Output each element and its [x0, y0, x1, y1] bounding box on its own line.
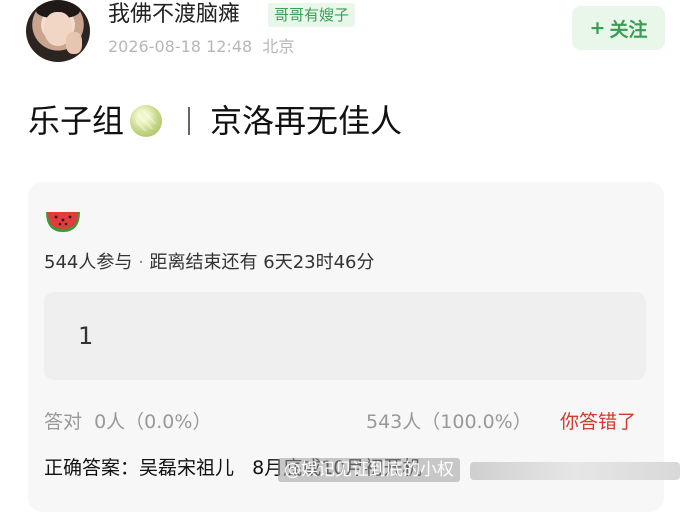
countdown: 距离结束还有 6天23时46分: [149, 252, 375, 273]
wrong-stat: 543人（100.0%）: [366, 411, 532, 433]
participants-count: 544人参与: [44, 252, 133, 273]
avatar-hand: [66, 32, 82, 54]
watermark: @娱记见证到底的小权: [278, 458, 460, 482]
correct-stat: 答对 0人（0.0%）: [44, 411, 212, 433]
post-title: 乐子组 京洛再无佳人: [28, 98, 402, 144]
title-right: 京洛再无佳人: [210, 102, 403, 140]
username[interactable]: 我佛不渡脑瘫: [108, 0, 240, 30]
stats-separator: ·: [132, 252, 150, 273]
quiz-option[interactable]: [44, 292, 646, 380]
quiz-stats: 544人参与 · 距离结束还有 6天23时46分: [44, 250, 375, 276]
blurred-region: [470, 462, 680, 480]
title-left: 乐子组: [28, 102, 125, 140]
avatar[interactable]: [26, 0, 90, 62]
quiz-option-text: 1: [78, 322, 94, 350]
post-meta: 2026-08-18 12:48 北京: [108, 37, 295, 56]
watermelon-icon: [46, 212, 80, 232]
wrong-answer-tag: 你答错了: [560, 411, 637, 433]
follow-button[interactable]: + 关注: [572, 6, 665, 50]
answer-label: 正确答案：: [44, 457, 140, 479]
plus-icon: +: [589, 17, 606, 39]
title-divider: [188, 107, 191, 135]
follow-label: 关注: [609, 18, 648, 41]
user-badge: 哥哥有嫂子: [268, 3, 356, 27]
melon-icon: [130, 105, 163, 137]
